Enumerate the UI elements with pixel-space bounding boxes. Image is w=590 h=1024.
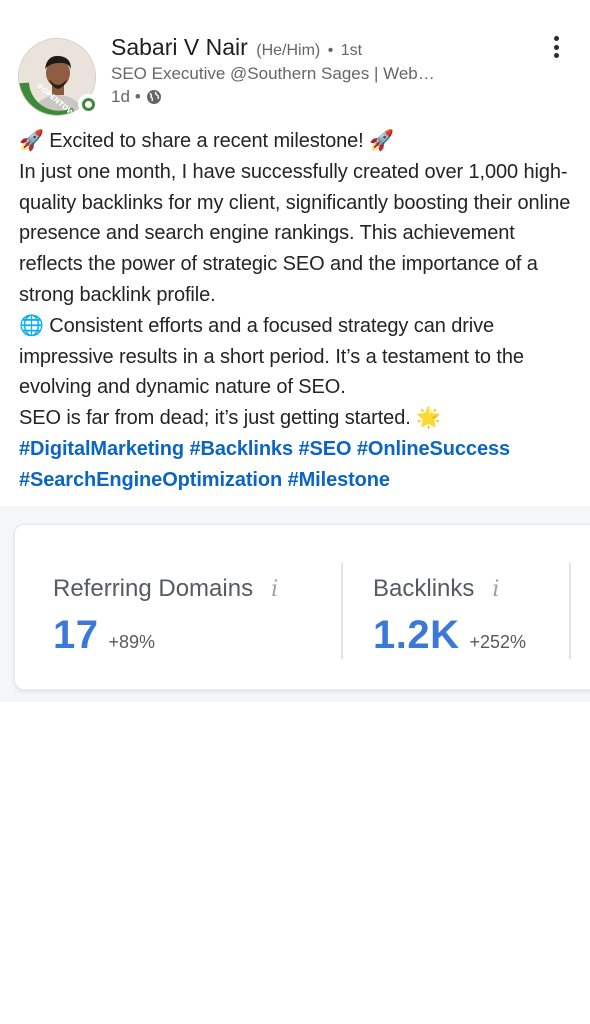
more-vertical-icon bbox=[553, 36, 559, 41]
author-name[interactable]: Sabari V Nair bbox=[111, 34, 248, 60]
connection-degree: 1st bbox=[340, 42, 363, 59]
metric-label: Backlinks bbox=[373, 575, 475, 602]
post-paragraph-1: In just one month, I have successfully c… bbox=[19, 160, 576, 306]
hashtag-list: #DigitalMarketing #Backlinks #SEO #Onlin… bbox=[19, 434, 571, 496]
post-paragraph-2: 🌐 Consistent efforts and a focused strat… bbox=[19, 314, 530, 399]
metric-backlinks: Backlinks i 1.2K +252% bbox=[373, 575, 526, 658]
hashtag-milestone[interactable]: #Milestone bbox=[288, 469, 390, 491]
info-icon: i bbox=[271, 576, 279, 602]
info-icon: i bbox=[492, 576, 500, 602]
hashtag-seo[interactable]: #SEO bbox=[298, 438, 351, 460]
post-time: 1d bbox=[111, 87, 130, 106]
metric-divider bbox=[341, 563, 343, 659]
metric-change: +89% bbox=[108, 632, 156, 652]
separator-dot: • bbox=[327, 42, 334, 59]
post-image[interactable]: Referring Domains i 17 +89% Backlinks i … bbox=[0, 506, 590, 702]
post-meta: 1d • bbox=[111, 87, 162, 107]
metric-change: +252% bbox=[469, 632, 527, 652]
more-options-button[interactable] bbox=[546, 34, 566, 60]
metrics-card: Referring Domains i 17 +89% Backlinks i … bbox=[14, 524, 590, 690]
metric-referring-domains: Referring Domains i 17 +89% bbox=[53, 575, 278, 658]
author-pronouns: (He/Him) bbox=[256, 42, 321, 59]
separator-dot: • bbox=[134, 87, 141, 106]
hashtag-digital-marketing[interactable]: #DigitalMarketing bbox=[19, 438, 184, 460]
metric-label: Referring Domains bbox=[53, 575, 254, 602]
metric-value: 17 bbox=[53, 613, 99, 657]
post-paragraph-3: SEO is far from dead; it’s just getting … bbox=[19, 407, 441, 430]
post-text: 🚀 Excited to share a recent milestone! 🚀… bbox=[19, 126, 571, 496]
globe-icon bbox=[146, 90, 161, 104]
author-name-row: Sabari V Nair (He/Him) • 1st bbox=[111, 34, 362, 61]
author-avatar[interactable]: #OPENTOWORK bbox=[18, 38, 98, 118]
post-line-1: 🚀 Excited to share a recent milestone! 🚀 bbox=[19, 130, 394, 152]
hashtag-online-success[interactable]: #OnlineSuccess bbox=[357, 438, 510, 460]
metric-value: 1.2K bbox=[373, 613, 460, 657]
metric-divider bbox=[569, 563, 571, 659]
author-headline: SEO Executive @Southern Sages | Web… bbox=[111, 64, 435, 83]
hashtag-backlinks[interactable]: #Backlinks bbox=[189, 438, 293, 460]
post-header: #OPENTOWORK Sabari V Nair (He/Him) • 1st… bbox=[18, 30, 578, 116]
online-status-icon bbox=[78, 94, 98, 114]
hashtag-search-engine-optimization[interactable]: #SearchEngineOptimization bbox=[19, 469, 282, 491]
